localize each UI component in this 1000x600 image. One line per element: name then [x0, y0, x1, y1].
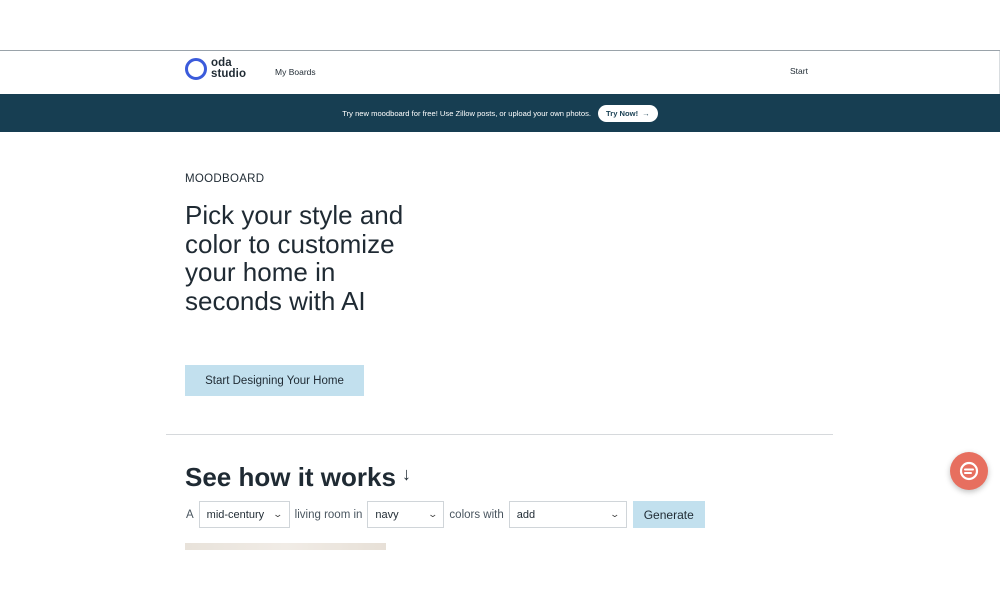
- bottom-blank-area: [0, 550, 1000, 600]
- logo[interactable]: oda studio: [185, 57, 247, 80]
- start-designing-button[interactable]: Start Designing Your Home: [185, 365, 364, 396]
- promo-banner: Try new moodboard for free! Use Zillow p…: [0, 94, 1000, 132]
- chevron-down-icon: ⌄: [427, 509, 438, 519]
- style-select-value: mid-century: [206, 508, 265, 521]
- how-it-works-title-text: See how it works: [185, 462, 396, 492]
- word-a: A: [186, 508, 194, 521]
- arrow-down-icon: ↓: [401, 464, 411, 484]
- arrow-right-icon: →: [642, 108, 650, 118]
- style-select[interactable]: mid-century ⌄: [198, 501, 290, 528]
- generator-form: A mid-century ⌄ living room in navy ⌄ co…: [185, 501, 705, 528]
- section-divider: [166, 434, 833, 435]
- how-it-works-title: See how it works ↓: [185, 462, 411, 493]
- word-living-room: living room in: [294, 508, 363, 521]
- try-now-label: Try Now!: [606, 108, 639, 118]
- chevron-down-icon: ⌄: [609, 509, 621, 519]
- chat-bubble-icon[interactable]: [950, 452, 988, 490]
- try-now-button[interactable]: Try Now! →: [598, 104, 658, 122]
- logo-ring-icon: [185, 58, 207, 80]
- navbar: oda studio My Boards Start: [0, 51, 1000, 94]
- logo-text: oda studio: [211, 57, 247, 80]
- chat-glyph: [959, 461, 979, 481]
- generate-button[interactable]: Generate: [632, 501, 705, 528]
- promo-banner-text: Try new moodboard for free! Use Zillow p…: [342, 108, 592, 118]
- preview-image: [185, 543, 386, 550]
- add-select[interactable]: add ⌄: [508, 501, 627, 528]
- chevron-down-icon: ⌄: [272, 509, 284, 519]
- hero-headline: Pick your style and color to customize y…: [185, 200, 404, 316]
- add-select-value: add: [516, 508, 536, 521]
- page-viewport: oda studio My Boards Start Try new moodb…: [0, 50, 1000, 550]
- section-eyebrow: MOODBOARD: [185, 173, 265, 185]
- color-select[interactable]: navy ⌄: [367, 501, 445, 528]
- word-colors-with: colors with: [449, 508, 504, 521]
- nav-start-link[interactable]: Start: [790, 66, 808, 76]
- color-select-value: navy: [375, 508, 399, 521]
- nav-my-boards-link[interactable]: My Boards: [275, 67, 316, 77]
- top-blank-area: [0, 0, 1000, 50]
- logo-line-2: studio: [211, 68, 247, 80]
